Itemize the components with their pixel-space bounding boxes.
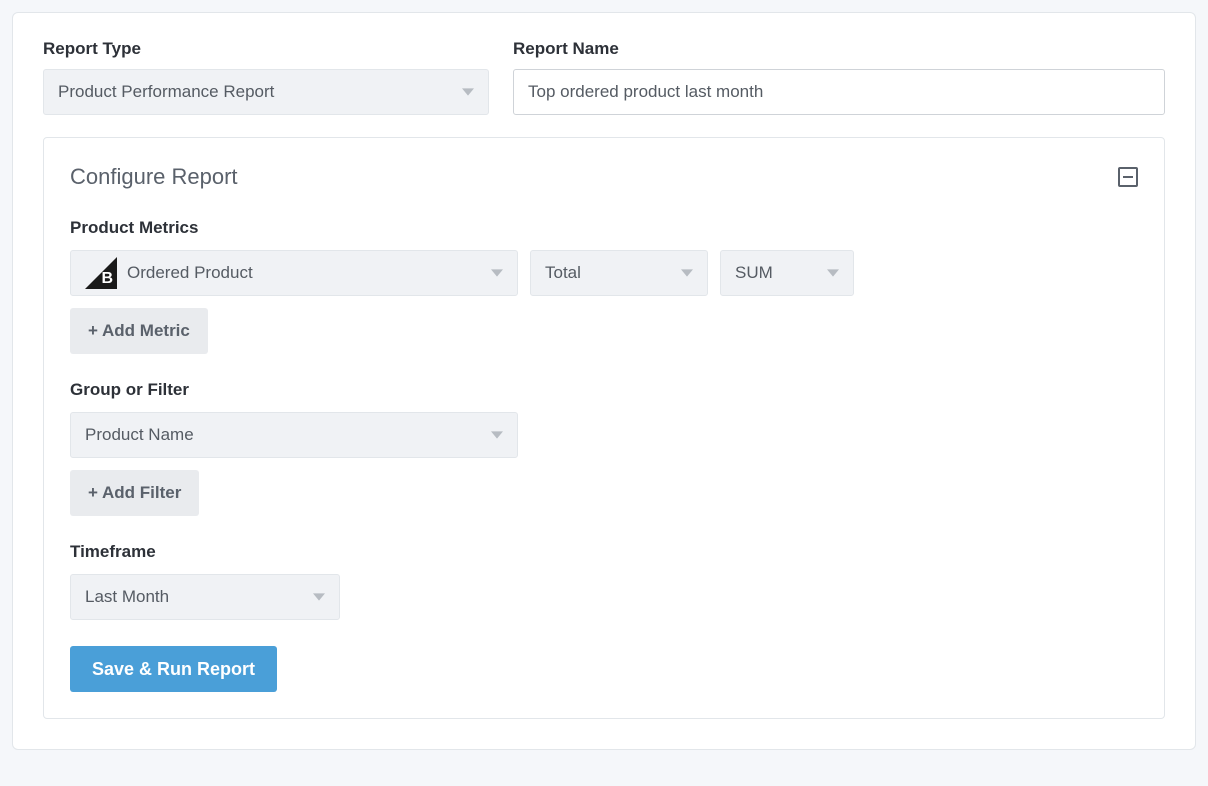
configure-panel: Configure Report Product Metrics B Order… (43, 137, 1165, 719)
add-filter-button[interactable]: + Add Filter (70, 470, 199, 516)
chevron-down-icon (491, 429, 503, 441)
report-type-value: Product Performance Report (58, 82, 274, 102)
chevron-down-icon (827, 267, 839, 279)
metric-value: Ordered Product (127, 263, 253, 283)
chevron-down-icon (313, 591, 325, 603)
bigcommerce-icon: B (85, 257, 117, 289)
filter-select[interactable]: Product Name (70, 412, 518, 458)
aggregation-select-2[interactable]: SUM (720, 250, 854, 296)
chevron-down-icon (491, 267, 503, 279)
agg2-value: SUM (735, 263, 773, 283)
filter-section: Group or Filter Product Name + Add Filte… (70, 380, 1138, 516)
aggregation-select-1[interactable]: Total (530, 250, 708, 296)
report-type-label: Report Type (43, 39, 489, 59)
report-name-input[interactable] (513, 69, 1165, 115)
panel-title: Configure Report (70, 164, 238, 190)
timeframe-select[interactable]: Last Month (70, 574, 340, 620)
panel-header: Configure Report (70, 164, 1138, 190)
metrics-row: B Ordered Product Total SUM (70, 250, 1138, 296)
report-name-field: Report Name (513, 39, 1165, 115)
metric-select[interactable]: B Ordered Product (70, 250, 518, 296)
timeframe-section: Timeframe Last Month (70, 542, 1138, 620)
chevron-down-icon (462, 86, 474, 98)
save-run-button[interactable]: Save & Run Report (70, 646, 277, 692)
chevron-down-icon (681, 267, 693, 279)
add-metric-button[interactable]: + Add Metric (70, 308, 208, 354)
timeframe-label: Timeframe (70, 542, 1138, 562)
report-name-label: Report Name (513, 39, 1165, 59)
report-type-select[interactable]: Product Performance Report (43, 69, 489, 115)
agg1-value: Total (545, 263, 581, 283)
metrics-section: Product Metrics B Ordered Product Total … (70, 218, 1138, 354)
filter-value: Product Name (85, 425, 194, 445)
top-row: Report Type Product Performance Report R… (43, 39, 1165, 115)
timeframe-value: Last Month (85, 587, 169, 607)
report-type-field: Report Type Product Performance Report (43, 39, 489, 115)
collapse-icon[interactable] (1118, 167, 1138, 187)
filter-label: Group or Filter (70, 380, 1138, 400)
metrics-label: Product Metrics (70, 218, 1138, 238)
report-card: Report Type Product Performance Report R… (12, 12, 1196, 750)
